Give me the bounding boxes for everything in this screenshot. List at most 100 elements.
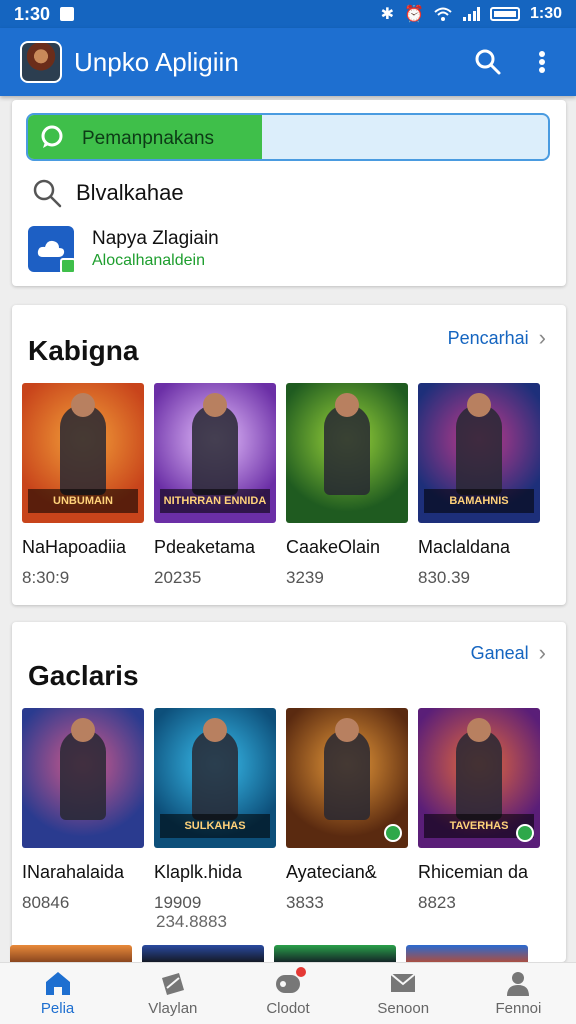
- progress-bar[interactable]: Pemanpnakans: [26, 113, 550, 161]
- nav-item-gamepad[interactable]: Clodot: [230, 963, 345, 1024]
- game-logo-banner: BAMAHNIS: [424, 489, 534, 513]
- home-icon: [44, 970, 72, 996]
- installed-badge-icon: [516, 824, 534, 842]
- section-link-label: Ganeal: [470, 642, 529, 663]
- game-count: 8:30:9: [22, 568, 70, 587]
- game-title: NaHapoadiia: [22, 537, 127, 557]
- game-title: INarahalaida: [22, 862, 125, 882]
- nav-item-home[interactable]: Pelia: [0, 963, 115, 1024]
- game-title: Pdeaketama: [154, 537, 256, 557]
- section-link-label: Pencarhai: [447, 327, 529, 348]
- search-icon: [475, 49, 501, 75]
- game-tile[interactable]: NITHRRAN ENNIDA Pdeaketama 20235: [154, 383, 276, 588]
- progress-label: Pemanpnakans: [82, 128, 215, 149]
- section-title: Gaclaris: [28, 660, 139, 691]
- game-count: 20235: [154, 568, 202, 587]
- hero-head: [335, 718, 359, 742]
- nav-label: Senoon: [377, 1000, 430, 1017]
- game-thumbnail[interactable]: TAVERHAS: [418, 708, 540, 848]
- status-time-right: 1:30: [529, 5, 562, 22]
- gamepad-icon: [274, 967, 306, 996]
- search-card: Pemanpnakans Blvalkahae Napya Zlagiain A…: [12, 100, 566, 286]
- chevron-right-icon: ›: [538, 325, 546, 350]
- game-count: 3239: [286, 568, 324, 587]
- game-logo-banner: UNBUMAIN: [28, 489, 138, 513]
- game-count: 19909: [154, 893, 202, 912]
- game-thumbnail[interactable]: [22, 708, 144, 848]
- suggestion-item[interactable]: Napya Zlagiain Alocalhanaldein: [28, 226, 219, 274]
- status-time: 1:30: [14, 3, 51, 24]
- game-tile[interactable]: BAMAHNIS Maclaldana 830.39: [418, 383, 540, 588]
- hero-head: [467, 718, 491, 742]
- section-see-all-link[interactable]: Pencarhai ›: [448, 325, 546, 351]
- game-logo-banner: SULKAHAS: [160, 814, 270, 838]
- hero-figure: [60, 730, 106, 820]
- hero-head: [71, 718, 95, 742]
- hero-figure: [456, 730, 502, 820]
- section-title: Kabigna: [28, 335, 139, 366]
- status-bar: 1:30 ✱ ⏰ 1:30: [0, 0, 576, 28]
- game-tile[interactable]: SULKAHAS Klaplk.hida 19909: [154, 708, 276, 913]
- game-logo-banner: NITHRRAN ENNIDA: [160, 489, 270, 513]
- notification-icon: [60, 7, 75, 21]
- game-count: 8823: [418, 893, 456, 912]
- game-tile[interactable]: CaakeOlain 3239: [286, 383, 408, 588]
- nav-item-mail[interactable]: Senoon: [346, 963, 461, 1024]
- app-title: Unpko Apligiin: [74, 46, 239, 77]
- hero-head: [71, 393, 95, 417]
- section-card: Gaclaris Ganeal › INarahalaida 80846 SULKA…: [12, 622, 566, 962]
- game-thumbnail[interactable]: UNBUMAIN: [22, 383, 144, 523]
- game-title: Maclaldana: [418, 537, 511, 557]
- notification-dot: [296, 967, 306, 977]
- signal-icon: [462, 7, 480, 21]
- game-thumbnail[interactable]: [286, 383, 408, 523]
- search-text: Blvalkahae: [76, 180, 184, 205]
- game-thumbnail[interactable]: BAMAHNIS: [418, 383, 540, 523]
- search-button[interactable]: [468, 42, 508, 82]
- game-title: Klaplk.hida: [154, 862, 243, 882]
- installed-badge-icon: [384, 824, 402, 842]
- game-tile[interactable]: INarahalaida 80846: [22, 708, 144, 913]
- hero-figure: [456, 405, 502, 495]
- game-tile[interactable]: Ayatecian& 3833: [286, 708, 408, 913]
- game-count: 3833: [286, 893, 324, 912]
- game-count: 830.39: [418, 568, 470, 587]
- search-field[interactable]: Blvalkahae: [32, 178, 184, 208]
- bluetooth-icon: ✱: [380, 6, 395, 23]
- hero-figure: [192, 730, 238, 820]
- extra-count: 234.8883: [156, 912, 227, 931]
- nav-item-profile[interactable]: Fennoi: [461, 963, 576, 1024]
- suggestion-title: Napya Zlagiain: [92, 228, 219, 249]
- tag-icon: [159, 970, 187, 996]
- profile-icon: [504, 970, 532, 996]
- game-tile[interactable]: UNBUMAIN NaHapoadiia 8:30:9: [22, 383, 144, 588]
- nav-label: Vlaylan: [148, 1000, 198, 1017]
- check-badge-icon: [60, 258, 76, 274]
- nav-label: Clodot: [266, 1000, 310, 1017]
- app-avatar-icon[interactable]: [20, 41, 62, 83]
- game-tile[interactable]: TAVERHAS Rhicemian da 8823: [418, 708, 540, 913]
- more-vertical-icon: [539, 51, 545, 73]
- search-icon: [33, 179, 62, 208]
- game-count: 80846: [22, 893, 70, 912]
- nav-item-tag[interactable]: Vlaylan: [115, 963, 230, 1024]
- cloud-app-icon: [28, 226, 76, 274]
- game-title: CaakeOlain: [286, 537, 381, 557]
- section-see-all-link[interactable]: Ganeal ›: [471, 640, 546, 666]
- hero-head: [467, 393, 491, 417]
- more-options-button[interactable]: [522, 42, 562, 82]
- game-title: Rhicemian da: [418, 862, 529, 882]
- nav-label: Pelia: [40, 1000, 75, 1017]
- hero-figure: [60, 405, 106, 495]
- alarm-icon: ⏰: [404, 6, 424, 23]
- game-thumbnail[interactable]: NITHRRAN ENNIDA: [154, 383, 276, 523]
- nav-label: Fennoi: [495, 1000, 542, 1017]
- wifi-icon: [434, 7, 452, 21]
- hero-head: [203, 718, 227, 742]
- chevron-right-icon: ›: [538, 640, 546, 665]
- hero-head: [335, 393, 359, 417]
- game-thumbnail[interactable]: SULKAHAS: [154, 708, 276, 848]
- game-thumbnail[interactable]: [286, 708, 408, 848]
- hero-figure: [192, 405, 238, 495]
- chat-bubble-icon: [41, 125, 63, 148]
